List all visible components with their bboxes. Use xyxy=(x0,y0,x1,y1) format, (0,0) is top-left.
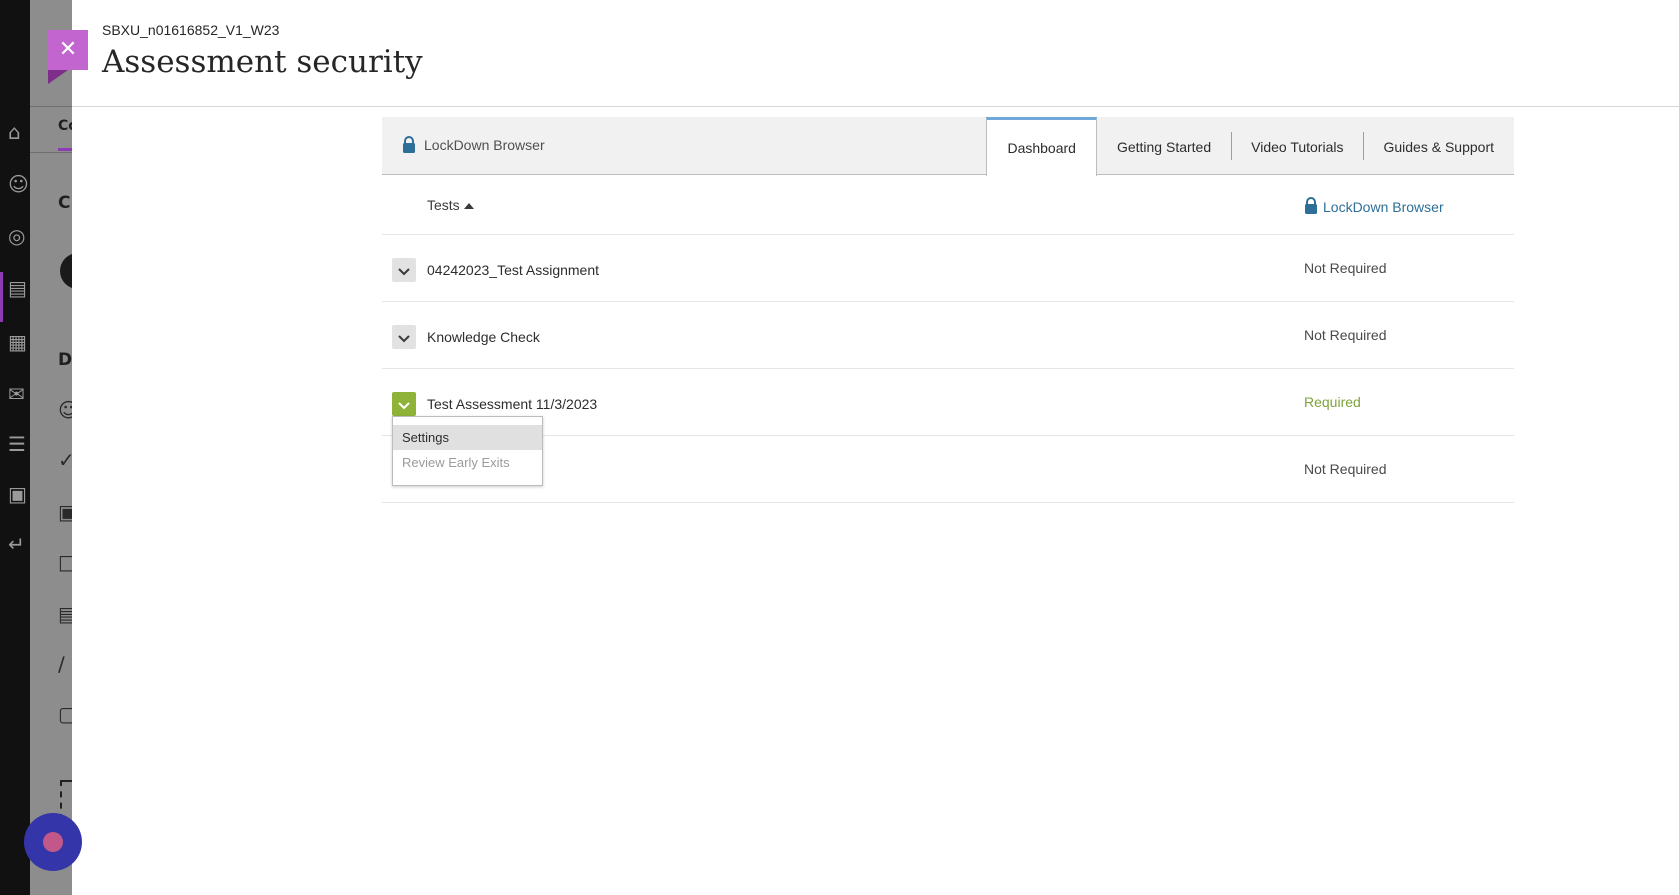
column-lock-icon xyxy=(1304,197,1318,217)
tests-table-header: Tests LockDown Browser xyxy=(382,175,1514,235)
calendar-icon[interactable]: ▦ xyxy=(8,330,27,354)
courses-icon[interactable]: ▤ xyxy=(8,276,27,300)
row-menu-toggle[interactable] xyxy=(392,392,416,416)
close-panel-button[interactable]: ✕ xyxy=(48,30,88,70)
bg-section-text: D xyxy=(58,350,72,370)
tests-column-header[interactable]: Tests xyxy=(427,197,474,213)
lockdown-browser-dashboard: LockDown Browser Dashboard Getting Start… xyxy=(382,117,1514,517)
table-row: Knowledge Check Not Required xyxy=(382,302,1514,369)
table-row: Not Required xyxy=(382,436,1514,503)
close-button-tab-tail xyxy=(48,70,68,84)
ldb-status: Not Required xyxy=(1304,461,1387,477)
sign-out-icon[interactable]: ↵ xyxy=(8,532,25,556)
ldb-top-bar: LockDown Browser Dashboard Getting Start… xyxy=(382,117,1514,176)
background-course-page: Co C D ☺ ✓ ▣ □ ▤ ∕ ▢ xyxy=(30,0,72,895)
row-context-menu: Settings Review Early Exits xyxy=(392,416,543,486)
table-row: Test Assessment 11/3/2023 Required xyxy=(382,369,1514,436)
bg-person-icon: ☺ xyxy=(58,398,72,422)
table-row: 04242023_Test Assignment Not Required xyxy=(382,235,1514,302)
test-name: Knowledge Check xyxy=(427,329,540,345)
page-title: Assessment security xyxy=(102,44,423,80)
course-id: SBXU_n01616852_V1_W23 xyxy=(102,22,280,38)
ldb-status: Not Required xyxy=(1304,260,1387,276)
ldb-brand-label: LockDown Browser xyxy=(424,136,545,153)
test-name: 04242023_Test Assignment xyxy=(427,262,600,278)
bg-link-icon: ∕ xyxy=(58,652,65,676)
assessment-security-panel: SBXU_n01616852_V1_W23 Assessment securit… xyxy=(72,0,1679,895)
tab-dashboard[interactable]: Dashboard xyxy=(986,117,1097,176)
tab-getting-started[interactable]: Getting Started xyxy=(1097,117,1231,176)
tab-video-tutorials[interactable]: Video Tutorials xyxy=(1231,117,1363,176)
bg-people-icon: ▢ xyxy=(58,702,72,726)
close-icon: ✕ xyxy=(58,37,78,62)
bg-avatar xyxy=(60,253,72,289)
menu-item-settings[interactable]: Settings xyxy=(393,425,542,450)
tools-icon[interactable]: ▣ xyxy=(8,482,27,506)
row-menu-toggle[interactable] xyxy=(392,325,416,349)
test-name: Test Assessment 11/3/2023 xyxy=(427,396,598,412)
panel-header: SBXU_n01616852_V1_W23 Assessment securit… xyxy=(72,0,1679,107)
globe-icon[interactable]: ◎ xyxy=(8,224,25,248)
grades-icon[interactable]: ☰ xyxy=(8,432,26,456)
chat-bubble-icon xyxy=(43,832,63,852)
bg-clipboard-icon: ▤ xyxy=(58,602,72,626)
chevron-down-icon xyxy=(398,395,410,414)
bg-check-icon: ✓ xyxy=(58,448,72,472)
sort-ascending-icon xyxy=(463,197,474,213)
tab-guides-support[interactable]: Guides & Support xyxy=(1363,117,1514,176)
bg-heading-text: C xyxy=(58,193,71,213)
bg-tab-text: Co xyxy=(58,118,72,134)
bg-tab-underline xyxy=(58,148,72,151)
row-menu-toggle[interactable] xyxy=(392,258,416,282)
bg-lock-icon: □ xyxy=(58,550,72,574)
app-nav-strip: ⌂ ☺ ◎ ▤ ▦ ✉ ☰ ▣ ↵ xyxy=(0,0,30,895)
ldb-status: Required xyxy=(1304,394,1361,410)
ldb-status: Not Required xyxy=(1304,327,1387,343)
chevron-down-icon xyxy=(398,261,410,280)
ldb-tabs: Dashboard Getting Started Video Tutorial… xyxy=(986,117,1514,176)
tests-column-label: Tests xyxy=(427,197,460,213)
help-chat-button[interactable] xyxy=(24,813,82,871)
lock-icon xyxy=(402,136,416,153)
bg-image-icon: ▣ xyxy=(58,500,72,524)
active-nav-indicator xyxy=(0,272,3,322)
profile-icon[interactable]: ☺ xyxy=(8,172,29,196)
ldb-brand: LockDown Browser xyxy=(402,136,545,153)
messages-icon[interactable]: ✉ xyxy=(8,382,25,406)
menu-item-review-early-exits[interactable]: Review Early Exits xyxy=(393,450,542,475)
institution-icon[interactable]: ⌂ xyxy=(8,120,21,144)
chevron-down-icon xyxy=(398,328,410,347)
lockdown-column-label: LockDown Browser xyxy=(1323,199,1444,215)
lockdown-column-header[interactable]: LockDown Browser xyxy=(1304,197,1444,217)
